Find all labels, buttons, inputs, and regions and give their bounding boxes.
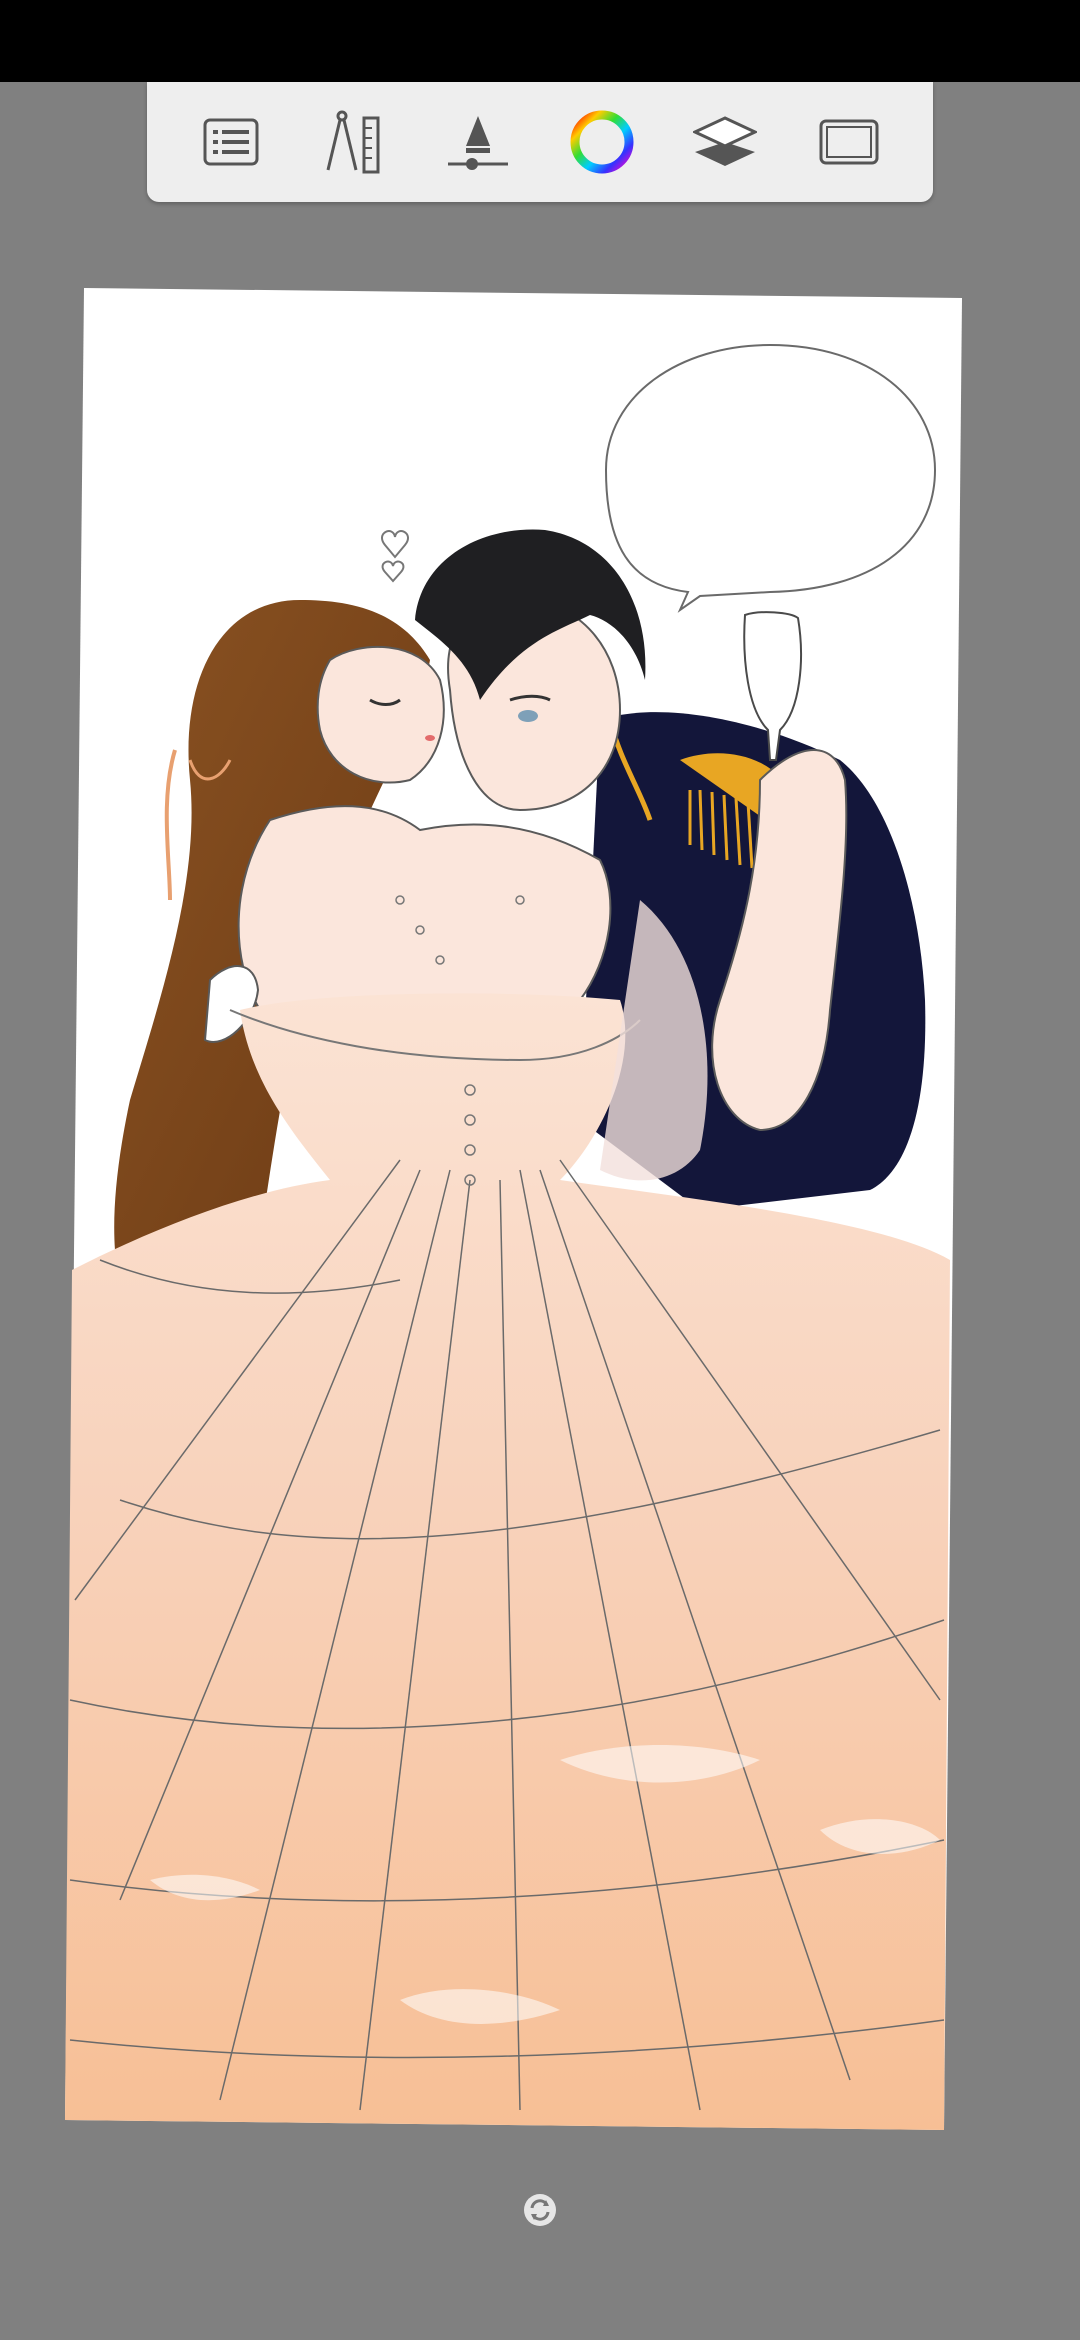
drawing-canvas[interactable]: [0, 0, 1080, 2340]
rotate-icon: [522, 2192, 558, 2232]
canvas-rotate-button[interactable]: [520, 2192, 560, 2232]
woman-figure: [316, 645, 445, 784]
